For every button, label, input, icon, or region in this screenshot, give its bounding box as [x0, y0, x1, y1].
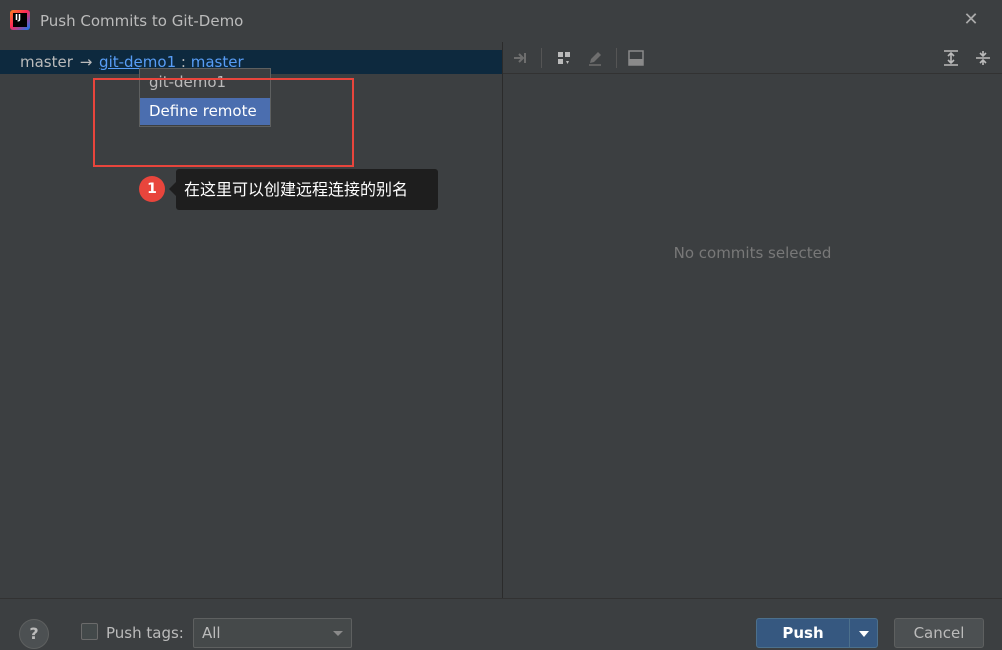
source-branch: master — [20, 53, 73, 71]
toolbar-separator — [616, 48, 617, 68]
collapse-all-icon[interactable] — [973, 48, 993, 68]
window-title: Push Commits to Git-Demo — [40, 12, 244, 30]
push-tags-select[interactable]: All — [193, 618, 352, 648]
cancel-button[interactable]: Cancel — [894, 618, 984, 648]
preview-diff-icon[interactable] — [626, 48, 646, 68]
help-button[interactable]: ? — [19, 619, 49, 649]
arrow-icon: → — [79, 53, 93, 71]
expand-all-icon[interactable] — [941, 48, 961, 68]
toolbar-separator — [541, 48, 542, 68]
group-by-icon[interactable] — [554, 48, 574, 68]
push-tags-label: Push tags: — [106, 624, 184, 642]
edit-icon[interactable] — [585, 48, 605, 68]
cherry-pick-icon[interactable] — [511, 48, 531, 68]
annotation-badge: 1 — [139, 176, 165, 202]
push-button[interactable]: Push — [756, 618, 850, 648]
commit-details-pane: No commits selected — [503, 42, 1002, 598]
annotation-tooltip: 在这里可以创建远程连接的别名 — [169, 169, 438, 210]
dialog-footer: ? Push tags: All Push Cancel — [0, 598, 1002, 650]
no-commits-message: No commits selected — [673, 244, 832, 262]
intellij-logo-icon: IJ — [10, 10, 30, 30]
annotation-highlight-box — [93, 78, 354, 167]
details-toolbar — [503, 42, 1002, 74]
title-bar: IJ Push Commits to Git-Demo ✕ — [0, 0, 1002, 42]
push-tags-value: All — [202, 624, 221, 642]
push-dropdown-button[interactable] — [849, 618, 878, 648]
close-icon[interactable]: ✕ — [962, 11, 980, 29]
push-tags-checkbox[interactable] — [81, 623, 98, 640]
chevron-down-icon — [333, 631, 343, 636]
dropdown-arrow-icon — [859, 631, 869, 637]
